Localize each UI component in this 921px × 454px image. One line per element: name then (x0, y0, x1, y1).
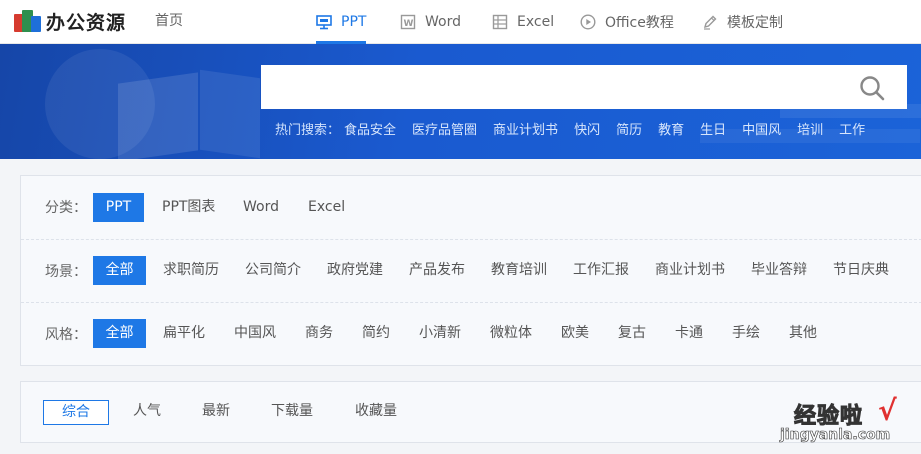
filter-options-scene: 全部 求职简历 公司简介 政府党建 产品发布 教育培训 工作汇报 商业计划书 毕… (93, 256, 889, 285)
filter-option-style[interactable]: 小清新 (418, 319, 462, 348)
search-banner: 热门搜索： 食品安全 医疗品管圈 商业计划书 快闪 简历 教育 生日 中国风 培… (0, 44, 921, 159)
filter-option-style[interactable]: 欧美 (560, 319, 590, 348)
filter-option-excel[interactable]: Excel (308, 193, 345, 222)
sort-option-downloads[interactable]: 下载量 (265, 400, 319, 425)
play-circle-icon (580, 14, 596, 30)
hot-search-item[interactable]: 工作 (839, 119, 865, 138)
presentation-icon (316, 15, 332, 30)
filter-option-ppt-chart[interactable]: PPT图表 (162, 193, 215, 222)
nav-ppt-label: PPT (341, 14, 367, 30)
hot-searches: 热门搜索： 食品安全 医疗品管圈 商业计划书 快闪 简历 教育 生日 中国风 培… (275, 118, 865, 138)
filter-option-style[interactable]: 手绘 (731, 319, 761, 348)
site-logo[interactable]: 办公资源 (14, 6, 126, 36)
nav-word-label: Word (425, 14, 461, 30)
watermark-check-icon: √ (878, 394, 897, 427)
filter-option-style[interactable]: 商务 (304, 319, 334, 348)
svg-text:W: W (404, 19, 414, 29)
filter-option-scene[interactable]: 公司简介 (245, 256, 301, 285)
logo-text: 办公资源 (46, 11, 127, 34)
sort-option-favorites[interactable]: 收藏量 (349, 400, 403, 425)
watermark: 经验啦 √ jingyanla.com (780, 394, 910, 448)
word-doc-icon: W (400, 14, 416, 30)
filter-option-style[interactable]: 扁平化 (162, 319, 206, 348)
hot-search-item[interactable]: 教育 (658, 119, 684, 138)
filter-option-scene-all[interactable]: 全部 (93, 256, 146, 285)
filter-option-scene[interactable]: 教育培训 (491, 256, 547, 285)
filter-option-style[interactable]: 卡通 (674, 319, 704, 348)
hot-search-item[interactable]: 培训 (797, 119, 823, 138)
filter-option-ppt[interactable]: PPT (93, 192, 144, 222)
nav-office-tutorial-label: Office教程 (605, 15, 674, 31)
filter-option-scene[interactable]: 工作汇报 (573, 256, 629, 285)
filter-label-category: 分类： (45, 200, 87, 216)
filter-row-style: 风格： 全部 扁平化 中国风 商务 简约 小清新 微粒体 欧美 复古 卡通 手绘… (21, 302, 921, 364)
filter-option-scene[interactable]: 毕业答辩 (751, 256, 807, 285)
search-box (261, 65, 907, 109)
watermark-url: jingyanla.com (780, 427, 891, 444)
hot-search-item[interactable]: 简历 (616, 119, 642, 138)
sort-option-popularity[interactable]: 人气 (127, 400, 167, 425)
search-icon[interactable] (859, 75, 885, 101)
logo-books-icon (14, 8, 42, 34)
hot-search-item[interactable]: 快闪 (574, 119, 600, 138)
sort-option-latest[interactable]: 最新 (196, 400, 236, 425)
filter-option-scene[interactable]: 节日庆典 (833, 256, 889, 285)
nav-template-custom-label: 模板定制 (727, 15, 783, 31)
book-decoration-right (200, 69, 260, 159)
filter-row-category: 分类： PPT PPT图表 Word Excel (21, 176, 921, 238)
pen-icon (703, 15, 717, 30)
hot-search-item[interactable]: 医疗品管圈 (412, 119, 477, 138)
filter-option-style[interactable]: 微粒体 (489, 319, 533, 348)
hot-search-item[interactable]: 生日 (700, 119, 726, 138)
nav-template-custom[interactable]: 模板定制 (702, 0, 783, 44)
nav-excel[interactable]: Excel (492, 0, 554, 44)
filter-label-style: 风格： (45, 326, 87, 343)
top-nav: 办公资源 首页 PPT W Word Excel Office教程 模板定制 (0, 0, 921, 44)
nav-word[interactable]: W Word (400, 0, 461, 44)
watermark-title: 经验啦 (793, 404, 864, 430)
hot-search-label: 热门搜索： (275, 122, 341, 138)
filter-option-style[interactable]: 中国风 (233, 319, 277, 348)
filter-option-style[interactable]: 其他 (788, 319, 818, 348)
nav-ppt[interactable]: PPT (316, 0, 367, 44)
filter-option-word[interactable]: Word (243, 193, 279, 222)
filter-label-scene: 场景： (45, 263, 87, 280)
filter-option-scene[interactable]: 求职简历 (163, 256, 219, 285)
hot-search-item[interactable]: 商业计划书 (493, 119, 558, 138)
nav-excel-label: Excel (517, 14, 555, 30)
filter-row-scene: 场景： 全部 求职简历 公司简介 政府党建 产品发布 教育培训 工作汇报 商业计… (21, 239, 921, 301)
filter-panel: 分类： PPT PPT图表 Word Excel 场景： 全部 求职简历 公司简… (20, 175, 921, 366)
excel-sheet-icon (492, 14, 508, 30)
hot-search-item[interactable]: 食品安全 (344, 119, 396, 138)
filter-option-style[interactable]: 复古 (617, 319, 647, 348)
nav-home[interactable]: 首页 (155, 0, 183, 44)
filter-option-scene[interactable]: 产品发布 (409, 256, 465, 285)
sort-option-comprehensive[interactable]: 综合 (43, 400, 109, 425)
filter-options-style: 全部 扁平化 中国风 商务 简约 小清新 微粒体 欧美 复古 卡通 手绘 其他 (93, 319, 818, 348)
book-decoration-left (118, 72, 198, 159)
nav-office-tutorial[interactable]: Office教程 (580, 0, 674, 44)
filter-options-category: PPT PPT图表 Word Excel (93, 192, 345, 222)
filter-option-scene[interactable]: 政府党建 (327, 256, 383, 285)
filter-option-scene[interactable]: 商业计划书 (655, 256, 725, 285)
hot-search-item[interactable]: 中国风 (742, 119, 781, 138)
search-input[interactable] (261, 65, 851, 109)
filter-option-style[interactable]: 简约 (361, 319, 391, 348)
filter-option-style-all[interactable]: 全部 (93, 319, 146, 348)
